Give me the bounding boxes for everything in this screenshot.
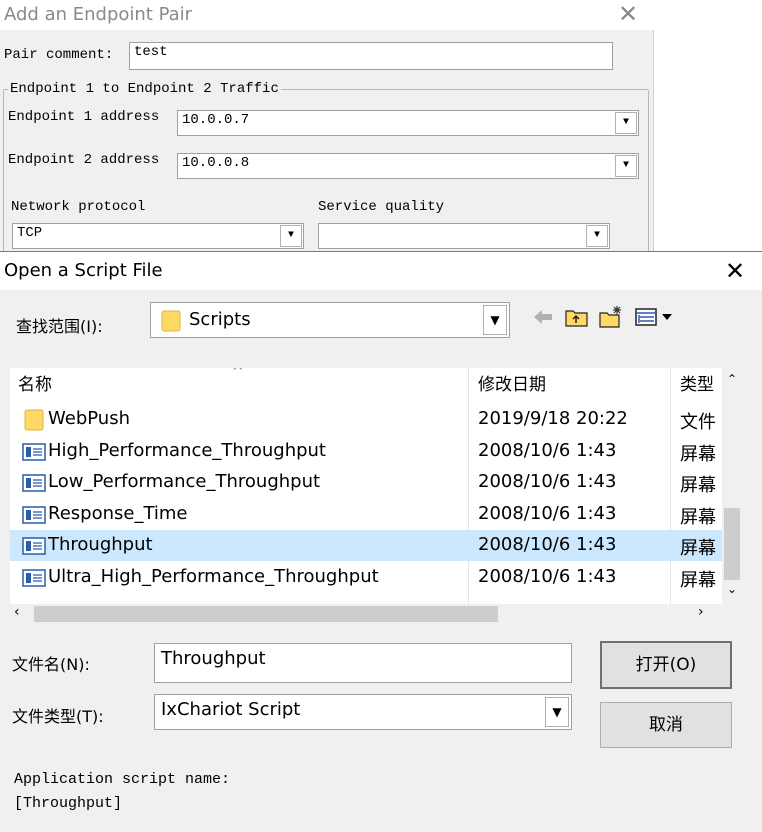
- scroll-thumb[interactable]: [724, 508, 740, 580]
- filetype-label: 文件类型(T):: [12, 707, 104, 726]
- app-script-label: Application script name:: [14, 771, 231, 788]
- chevron-down-icon[interactable]: ▼: [545, 697, 569, 727]
- file-row[interactable]: Ultra_High_Performance_Throughput 2008/10…: [10, 562, 722, 593]
- column-type-label: 类型: [680, 375, 714, 395]
- chevron-down-icon[interactable]: ▼: [615, 112, 637, 134]
- network-protocol-label: Network protocol: [11, 199, 146, 215]
- endpoint2-label: Endpoint 2 address: [8, 152, 160, 168]
- file-date: 2019/9/18 20:22: [478, 408, 628, 429]
- close-icon[interactable]: ✕: [614, 2, 642, 28]
- horizontal-scrollbar[interactable]: ‹ ›: [10, 604, 742, 624]
- file-type: 屏幕: [680, 538, 716, 559]
- scroll-left-icon[interactable]: ‹: [14, 604, 20, 620]
- service-quality-label: Service quality: [318, 199, 445, 215]
- new-folder-icon[interactable]: [598, 304, 624, 330]
- file-date: 2008/10/6 1:43: [478, 471, 617, 492]
- endpoint1-label: Endpoint 1 address: [8, 109, 160, 125]
- file-type: 文件: [680, 412, 716, 433]
- file-row[interactable]: WebPush 2019/9/18 20:22 文件: [10, 404, 722, 435]
- file-row[interactable]: Response_Time 2008/10/6 1:43 屏幕: [10, 499, 722, 530]
- script-file-icon: [22, 537, 46, 555]
- file-type: 屏幕: [680, 475, 716, 496]
- script-file-icon: [22, 442, 46, 461]
- file-name: Response_Time: [48, 502, 188, 524]
- file-row[interactable]: Low_Performance_Throughput 2008/10/6 1:43…: [10, 467, 722, 498]
- fg-dialog-title: Open a Script File: [4, 260, 163, 281]
- cancel-button[interactable]: 取消: [600, 702, 732, 748]
- endpoint1-combo[interactable]: 10.0.0.7 ▼: [177, 110, 639, 136]
- file-type: 屏幕: [680, 569, 716, 591]
- column-date-label: 修改日期: [478, 375, 546, 395]
- up-folder-icon[interactable]: [564, 304, 590, 330]
- script-file-icon: [22, 474, 46, 492]
- lookin-value: Scripts: [189, 309, 251, 330]
- filetype-value: IxChariot Script: [161, 699, 301, 720]
- file-date: 2008/10/6 1:43: [478, 565, 617, 587]
- file-type: 屏幕: [680, 506, 716, 528]
- filename-label: 文件名(N):: [12, 655, 90, 674]
- chevron-down-icon[interactable]: ▼: [615, 155, 637, 177]
- script-file-icon: [22, 505, 46, 524]
- file-list[interactable]: 名称 ^ 修改日期 类型 WebPush 2019/9/18 20:22 文件 Hig…: [10, 368, 742, 604]
- traffic-group-label: Endpoint 1 to Endpoint 2 Traffic: [8, 81, 281, 97]
- file-name: Low_Performance_Throughput: [48, 471, 321, 492]
- close-icon[interactable]: ✕: [720, 258, 750, 286]
- bg-dialog-title: Add an Endpoint Pair: [4, 4, 193, 25]
- back-arrow-icon[interactable]: [530, 304, 556, 330]
- file-row[interactable]: High_Performance_Throughput 2008/10/6 1:4…: [10, 436, 722, 467]
- add-endpoint-pair-dialog: Add an Endpoint Pair ✕ Pair comment: tes…: [0, 0, 654, 269]
- file-name: Throughput: [48, 534, 153, 555]
- file-type: 屏幕: [680, 443, 716, 465]
- endpoint1-value: 10.0.0.7: [182, 112, 250, 128]
- file-name: WebPush: [48, 408, 130, 429]
- folder-icon: [161, 310, 181, 332]
- chevron-down-icon[interactable]: ▼: [280, 225, 302, 247]
- open-button[interactable]: 打开(O): [600, 641, 732, 689]
- network-protocol-value: TCP: [17, 225, 43, 241]
- filename-input[interactable]: Throughput: [154, 643, 572, 683]
- file-date: 2008/10/6 1:43: [478, 439, 617, 461]
- script-file-icon: [22, 568, 46, 587]
- fg-title-bar: Open a Script File ✕: [0, 252, 762, 290]
- scroll-right-icon[interactable]: ›: [698, 604, 704, 620]
- column-name-label: 名称: [18, 375, 52, 395]
- endpoint2-combo[interactable]: 10.0.0.8 ▼: [177, 153, 639, 179]
- chevron-down-icon[interactable]: ▼: [483, 305, 507, 335]
- view-menu-icon[interactable]: [634, 304, 678, 330]
- scroll-up-icon[interactable]: ⌃: [722, 372, 742, 386]
- lookin-label: 查找范围(I):: [16, 317, 103, 336]
- filetype-combo[interactable]: IxChariot Script ▼: [154, 694, 572, 730]
- pair-comment-label: Pair comment:: [4, 47, 114, 63]
- file-name: High_Performance_Throughput: [48, 439, 326, 461]
- scroll-down-icon[interactable]: ⌄: [722, 582, 742, 596]
- column-header-date[interactable]: 修改日期: [470, 368, 670, 402]
- bg-title-bar: Add an Endpoint Pair ✕: [0, 0, 654, 30]
- endpoint2-value: 10.0.0.8: [182, 155, 250, 171]
- scroll-thumb[interactable]: [34, 606, 498, 622]
- file-date: 2008/10/6 1:43: [478, 502, 617, 524]
- service-quality-combo[interactable]: ▼: [318, 223, 610, 249]
- chevron-down-icon[interactable]: ▼: [586, 225, 608, 247]
- file-date: 2008/10/6 1:43: [478, 534, 617, 555]
- folder-icon: [24, 409, 44, 431]
- pair-comment-input[interactable]: test: [129, 42, 613, 70]
- lookin-combo[interactable]: Scripts ▼: [150, 302, 510, 338]
- vertical-scrollbar[interactable]: ⌃ ⌄: [722, 368, 742, 604]
- file-row[interactable]: Throughput 2008/10/6 1:43 屏幕: [10, 530, 722, 561]
- file-name: Ultra_High_Performance_Throughput: [48, 565, 379, 587]
- sort-ascending-icon: ^: [232, 368, 244, 380]
- open-script-file-dialog: Open a Script File ✕ 查找范围(I): Scripts ▼ …: [0, 251, 762, 832]
- app-script-value: [Throughput]: [14, 795, 123, 812]
- network-protocol-combo[interactable]: TCP ▼: [12, 223, 304, 249]
